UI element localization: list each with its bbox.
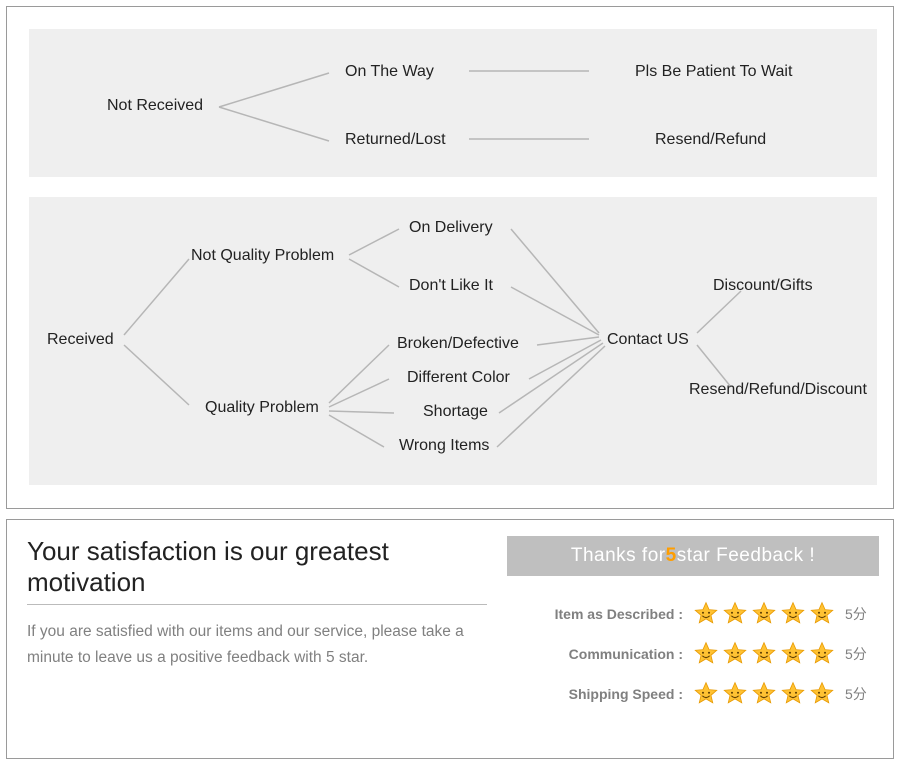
rating-score: 5分 bbox=[845, 604, 879, 624]
node-returned-lost: Returned/Lost bbox=[345, 131, 446, 149]
node-on-delivery: On Delivery bbox=[409, 219, 493, 237]
star-icon bbox=[780, 681, 806, 707]
rating-score: 5分 bbox=[845, 684, 879, 704]
rating-row-described: Item as Described : 5分 bbox=[507, 594, 879, 634]
rating-label: Shipping Speed : bbox=[533, 686, 683, 702]
feedback-title: Your satisfaction is our greatest motiva… bbox=[27, 536, 487, 605]
rating-score: 5分 bbox=[845, 644, 879, 664]
star-icon bbox=[693, 601, 719, 627]
rating-label: Item as Described : bbox=[533, 606, 683, 622]
node-discount-gifts: Discount/Gifts bbox=[713, 277, 813, 295]
star-icon bbox=[693, 641, 719, 667]
star-icon bbox=[809, 601, 835, 627]
feedback-right: Thanks for 5 star Feedback ! Item as Des… bbox=[507, 536, 879, 714]
stars-described bbox=[693, 601, 835, 627]
node-diff-color: Different Color bbox=[407, 369, 510, 387]
node-broken: Broken/Defective bbox=[397, 335, 519, 353]
node-resend-refund: Resend/Refund bbox=[655, 131, 766, 149]
feedback-body: If you are satisfied with our items and … bbox=[27, 619, 487, 672]
node-quality: Quality Problem bbox=[205, 399, 319, 417]
star-icon bbox=[809, 681, 835, 707]
thanks-five: 5 bbox=[666, 545, 677, 567]
node-received: Received bbox=[47, 331, 114, 349]
thanks-post: star Feedback ! bbox=[677, 545, 815, 567]
node-on-the-way: On The Way bbox=[345, 63, 434, 81]
rating-row-shipping: Shipping Speed : 5分 bbox=[507, 674, 879, 714]
star-icon bbox=[722, 681, 748, 707]
flow-not-received-box: Not Received On The Way Returned/Lost Pl… bbox=[29, 29, 877, 177]
node-resend-refund-dc: Resend/Refund/Discount bbox=[689, 381, 867, 399]
star-icon bbox=[751, 601, 777, 627]
rating-label: Communication : bbox=[533, 646, 683, 662]
node-not-received: Not Received bbox=[107, 97, 203, 115]
star-icon bbox=[722, 641, 748, 667]
node-shortage: Shortage bbox=[423, 403, 488, 421]
rating-row-communication: Communication : 5分 bbox=[507, 634, 879, 674]
feedback-left: Your satisfaction is our greatest motiva… bbox=[27, 536, 487, 672]
star-icon bbox=[780, 641, 806, 667]
flowchart-panel: Not Received On The Way Returned/Lost Pl… bbox=[6, 6, 894, 509]
node-dont-like: Don't Like It bbox=[409, 277, 493, 295]
flow-received-box: Received Not Quality Problem Quality Pro… bbox=[29, 197, 877, 485]
thanks-pre: Thanks for bbox=[571, 545, 666, 567]
thanks-banner: Thanks for 5 star Feedback ! bbox=[507, 536, 879, 576]
node-contact-us: Contact US bbox=[607, 331, 689, 349]
stars-communication bbox=[693, 641, 835, 667]
star-icon bbox=[751, 681, 777, 707]
star-icon bbox=[780, 601, 806, 627]
feedback-panel: Your satisfaction is our greatest motiva… bbox=[6, 519, 894, 759]
star-icon bbox=[722, 601, 748, 627]
stars-shipping bbox=[693, 681, 835, 707]
star-icon bbox=[809, 641, 835, 667]
star-icon bbox=[693, 681, 719, 707]
star-icon bbox=[751, 641, 777, 667]
ratings-block: Item as Described : 5分 Communication : bbox=[507, 594, 879, 714]
node-not-quality: Not Quality Problem bbox=[191, 247, 334, 265]
node-please-wait: Pls Be Patient To Wait bbox=[635, 63, 792, 81]
node-wrong-items: Wrong Items bbox=[399, 437, 489, 455]
